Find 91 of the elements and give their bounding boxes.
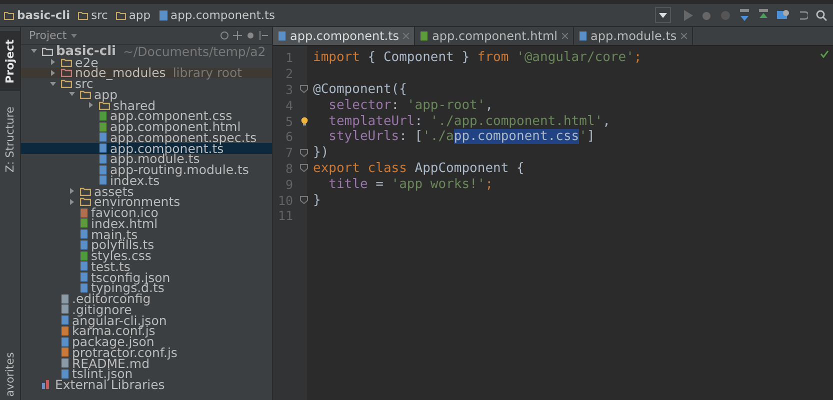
code-line: import { Component } from '@angular/core';	[313, 50, 642, 66]
editor-tab[interactable]: app.component.ts	[273, 27, 416, 45]
expand-arrow-icon[interactable]	[50, 59, 56, 66]
check-icon	[820, 50, 829, 58]
code-line: templateUrl: './app.component.html',	[328, 114, 610, 129]
tree-item[interactable]: app.component.html	[110, 121, 241, 132]
vcs-commit-icon[interactable]	[758, 9, 769, 21]
tree-item[interactable]: e2e	[75, 56, 98, 68]
tree-item[interactable]: basic-cli	[56, 46, 116, 57]
folder-icon	[42, 46, 53, 56]
tree-item[interactable]: app.module.ts	[110, 153, 200, 164]
tree-item[interactable]: src	[75, 78, 94, 90]
run-config-dropdown[interactable]	[655, 7, 671, 23]
close-icon[interactable]	[680, 33, 687, 39]
tree-item[interactable]: .editorconfig	[72, 293, 151, 304]
tool-window-tab[interactable]: avorites	[0, 349, 20, 399]
tree-item[interactable]: main.ts	[91, 228, 138, 240]
tree-item[interactable]: tsconfig.json	[91, 272, 170, 283]
expand-arrow-icon[interactable]	[69, 198, 75, 205]
tree-item[interactable]: shared	[113, 100, 156, 111]
fold-icon[interactable]	[300, 85, 308, 94]
code-line: }	[313, 192, 321, 208]
expand-arrow-icon[interactable]	[31, 48, 37, 54]
tree-item[interactable]: package.json	[72, 336, 154, 348]
tool-window-tab[interactable]: Z: Structure	[0, 99, 20, 179]
lightbulb-icon[interactable]	[300, 116, 308, 126]
tree-item[interactable]: app.component.css	[110, 110, 232, 122]
tool-window-tab[interactable]: Project	[0, 31, 20, 91]
folder-icon	[61, 79, 72, 88]
tree-item-hint: ~/Documents/temp/a2	[123, 46, 266, 57]
search-icon[interactable]	[816, 10, 827, 20]
tree-item-hint: library root	[172, 67, 242, 78]
tree-item[interactable]: favicon.ico	[91, 207, 158, 218]
dropdown-icon[interactable]	[70, 34, 77, 38]
tree-item[interactable]: External Libraries	[55, 379, 165, 390]
file-icon	[420, 31, 428, 41]
expand-arrow-icon[interactable]	[50, 70, 56, 76]
tree-item[interactable]: assets	[94, 186, 134, 197]
editor-tab[interactable]: app.component.html	[415, 27, 574, 45]
expand-arrow-icon[interactable]	[50, 80, 56, 87]
breadcrumb[interactable]: src	[78, 8, 108, 22]
tree-item[interactable]: angular-cli.json	[72, 314, 167, 326]
code-line: @Component({	[313, 82, 407, 97]
tree-item[interactable]: node_modules	[75, 67, 166, 78]
tree-item[interactable]: .gitignore	[72, 304, 132, 315]
folder-icon	[80, 90, 91, 99]
close-icon[interactable]	[403, 33, 410, 39]
tree-item[interactable]: polyfills.ts	[91, 239, 154, 250]
code-line: export class AppComponent {	[313, 160, 524, 176]
code-line: styleUrls: ['./app.component.css']	[328, 129, 595, 144]
expand-arrow-icon[interactable]	[88, 102, 94, 108]
tree-item[interactable]: karma.conf.js	[72, 325, 156, 336]
vcs-update-icon[interactable]	[739, 9, 750, 21]
file-icon	[158, 10, 168, 20]
code-line: })	[313, 145, 329, 160]
tree-item[interactable]: test.ts	[91, 260, 130, 272]
breadcrumb[interactable]: app	[116, 8, 151, 22]
tree-item[interactable]: index.ts	[110, 174, 160, 186]
tree-item[interactable]: app.component.spec.ts	[110, 132, 257, 143]
tree-item[interactable]: app	[94, 88, 118, 100]
folder-icon	[4, 10, 14, 20]
tree-item[interactable]: app-routing.module.ts	[110, 164, 249, 176]
expand-arrow-icon[interactable]	[69, 188, 75, 194]
tree-item[interactable]: typings.d.ts	[91, 282, 164, 294]
code-line: title = 'app works!';	[328, 176, 494, 192]
folder-icon	[80, 186, 91, 196]
tree-item[interactable]: protractor.conf.js	[72, 346, 178, 358]
file-icon	[278, 31, 286, 41]
tree-item[interactable]: README.md	[72, 358, 150, 369]
breadcrumb[interactable]: basic-cli	[4, 8, 70, 22]
caret-icon	[659, 12, 667, 18]
folder-icon	[116, 10, 126, 20]
tree-item[interactable]: styles.css	[91, 250, 152, 262]
file-icon	[578, 31, 586, 41]
breadcrumb[interactable]: app.component.ts	[158, 8, 276, 22]
folder-icon	[61, 68, 72, 78]
expand-arrow-icon[interactable]	[69, 91, 75, 98]
folder-icon	[61, 58, 72, 67]
panel-title[interactable]: Project	[29, 29, 67, 42]
tree-item[interactable]: index.html	[91, 218, 158, 229]
folder-icon	[80, 197, 91, 206]
tree-item[interactable]: tslint.json	[72, 368, 133, 380]
bar-chart-icon	[42, 380, 52, 390]
fold-icon[interactable]	[300, 196, 308, 204]
folder-icon	[99, 100, 110, 110]
folder-icon	[78, 10, 88, 20]
close-icon[interactable]	[562, 33, 568, 39]
code-line: selector: 'app-root',	[328, 98, 494, 113]
editor-tab[interactable]: app.module.ts	[574, 27, 693, 45]
run-icon[interactable]	[683, 10, 693, 20]
tree-item[interactable]: environments	[94, 196, 180, 208]
